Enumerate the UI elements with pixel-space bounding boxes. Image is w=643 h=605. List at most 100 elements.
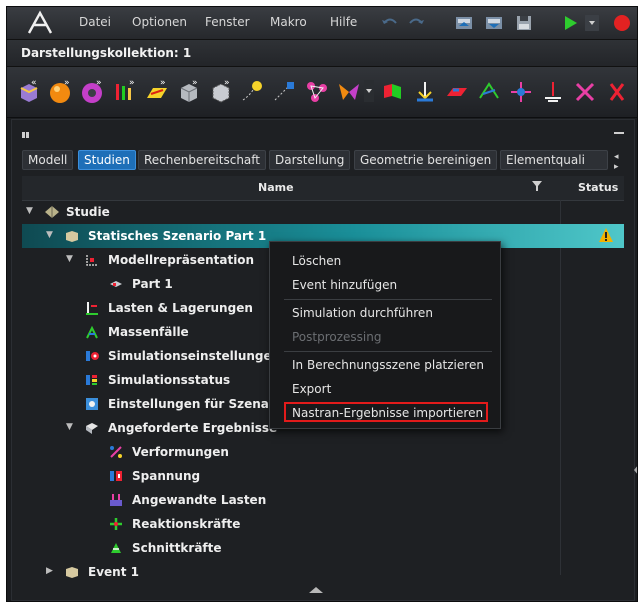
vector-icon[interactable] <box>271 76 299 106</box>
loads-supports-icon <box>86 302 98 315</box>
tree-label: Statisches Szenario Part 1 <box>88 229 267 243</box>
tree-label: Event 1 <box>88 565 139 579</box>
fan-icon[interactable] <box>335 76 363 106</box>
toolbar-dropdown-icon[interactable] <box>363 76 375 106</box>
collapse-arrow-icon[interactable]: ▼ <box>26 206 33 216</box>
tree-label: Spannung <box>132 469 201 483</box>
tree-label: Verformungen <box>132 445 229 459</box>
svg-text:»: » <box>96 78 102 88</box>
tab-modell[interactable]: Modell <box>22 150 74 170</box>
menu-datei[interactable]: Datei <box>79 15 111 29</box>
bottom-expand-handle-icon[interactable] <box>309 587 323 593</box>
run-icon[interactable] <box>559 13 581 33</box>
save-icon[interactable] <box>513 13 535 33</box>
tab-elementqualitaet[interactable]: Elementquali <box>500 150 608 170</box>
ground-icon[interactable] <box>539 76 567 106</box>
collapse-arrow-icon[interactable]: ▼ <box>66 422 73 432</box>
gray-cube-icon[interactable]: » <box>175 76 203 106</box>
point-curve-icon[interactable] <box>239 76 267 106</box>
tree-label: Simulationsstatus <box>108 373 231 387</box>
menu-optionen[interactable]: Optionen <box>132 15 187 29</box>
side-collapse-handle-icon[interactable] <box>634 464 637 476</box>
column-name[interactable]: Name <box>258 181 294 194</box>
cube-collapse-icon[interactable]: « <box>15 76 43 106</box>
collapse-arrow-icon[interactable]: ▼ <box>66 254 73 264</box>
part-icon <box>110 281 122 287</box>
import-icon[interactable] <box>483 13 505 33</box>
tree-label: Part 1 <box>132 277 173 291</box>
simulation-status-icon <box>86 375 97 385</box>
menu-item-event-hinzufuegen[interactable]: Event hinzufügen <box>292 278 397 292</box>
torus-icon[interactable]: » <box>79 76 107 106</box>
mesh-cube-icon[interactable]: » <box>207 76 235 106</box>
flag-icon[interactable] <box>379 76 407 106</box>
assembly-icon[interactable] <box>303 76 331 106</box>
tree-row-reaktionskraefte[interactable]: Reaktionskräfte <box>22 512 624 536</box>
stop-icon[interactable] <box>611 13 633 33</box>
application-window: Datei Optionen Fenster Makro Hilfe Darst… <box>6 6 638 602</box>
menu-fenster[interactable]: Fenster <box>205 15 250 29</box>
tree-row-studie[interactable]: ▼ Studie <box>22 200 624 224</box>
icon-toolbar: « » » » » » » <box>7 67 637 118</box>
undo-icon[interactable] <box>379 13 401 33</box>
tree-row-angewandte-lasten[interactable]: Angewandte Lasten <box>22 488 624 512</box>
collapse-arrow-icon[interactable]: ▼ <box>46 230 53 240</box>
highlight-box <box>284 402 488 422</box>
tree-row-verformungen[interactable]: Verformungen <box>22 440 624 464</box>
tree-row-schnittkraefte[interactable]: Schnittkräfte <box>22 536 624 560</box>
tree-label: Studie <box>66 205 110 219</box>
model-representation-icon <box>86 255 97 266</box>
filter-icon[interactable] <box>532 180 542 192</box>
cross-icon[interactable] <box>571 76 599 106</box>
connector-icon[interactable] <box>507 76 535 106</box>
app-logo-icon[interactable] <box>25 9 55 37</box>
column-header: Name Status <box>22 176 624 201</box>
tab-geometrie-bereinigen[interactable]: Geometrie bereinigen <box>354 150 498 170</box>
menu-item-simulation-durchfuehren[interactable]: Simulation durchführen <box>292 306 433 320</box>
applied-loads-icon <box>110 494 122 506</box>
beam-icon[interactable]: » <box>111 76 139 106</box>
tab-studien[interactable]: Studien <box>78 150 136 170</box>
redo-icon[interactable] <box>405 13 427 33</box>
sphere-icon[interactable]: » <box>47 76 75 106</box>
context-menu: Löschen Event hinzufügen Simulation durc… <box>269 241 501 429</box>
menu-makro[interactable]: Makro <box>270 15 307 29</box>
tree-label: Simulationseinstellungen <box>108 349 281 363</box>
menu-item-loeschen[interactable]: Löschen <box>292 254 341 268</box>
menu-hilfe[interactable]: Hilfe <box>330 15 357 29</box>
requested-results-icon <box>86 423 98 434</box>
svg-text:«: « <box>31 78 37 88</box>
collection-title[interactable]: Darstellungskollektion: 1 <box>15 44 197 62</box>
simulation-settings-icon <box>86 351 99 361</box>
frame-icon[interactable] <box>475 76 503 106</box>
expand-arrow-icon[interactable]: ▶ <box>46 566 53 576</box>
event-icon <box>66 567 78 578</box>
tree-row-spannung[interactable]: Spannung <box>22 464 624 488</box>
section-forces-icon <box>111 543 121 553</box>
surface-icon[interactable]: » <box>143 76 171 106</box>
tree-label: Massenfälle <box>108 325 189 339</box>
run-dropdown-icon[interactable] <box>585 13 599 33</box>
open-file-icon[interactable] <box>453 13 475 33</box>
support-icon[interactable] <box>411 76 439 106</box>
menu-separator <box>284 299 492 300</box>
more-tools-icon[interactable] <box>603 76 631 106</box>
stress-icon <box>110 471 122 481</box>
panel-grip-icon[interactable] <box>22 130 32 140</box>
tree-label: Schnittkräfte <box>132 541 222 555</box>
tab-rechenbereitschaft[interactable]: Rechenbereitschaft <box>138 150 266 170</box>
tab-darstellung[interactable]: Darstellung <box>269 150 351 170</box>
panel-minimize-button[interactable] <box>614 132 624 134</box>
plate-icon[interactable] <box>443 76 471 106</box>
deformations-icon <box>110 446 122 458</box>
menu-bar: Datei Optionen Fenster Makro Hilfe <box>7 7 637 40</box>
tree-row-event-1[interactable]: ▶ Event 1 <box>22 560 624 584</box>
tab-scroll-arrows[interactable]: ◂ ▸ <box>614 152 622 172</box>
menu-item-export[interactable]: Export <box>292 382 331 396</box>
svg-text:»: » <box>129 78 135 88</box>
column-status[interactable]: Status <box>578 181 618 194</box>
tree-label: Reaktionskräfte <box>132 517 241 531</box>
warning-icon <box>599 228 613 242</box>
menu-item-in-berechnungsszene-platzieren[interactable]: In Berechnungsszene platzieren <box>292 358 484 372</box>
tab-bar: Modell Studien Rechenbereitschaft Darste… <box>22 150 622 172</box>
